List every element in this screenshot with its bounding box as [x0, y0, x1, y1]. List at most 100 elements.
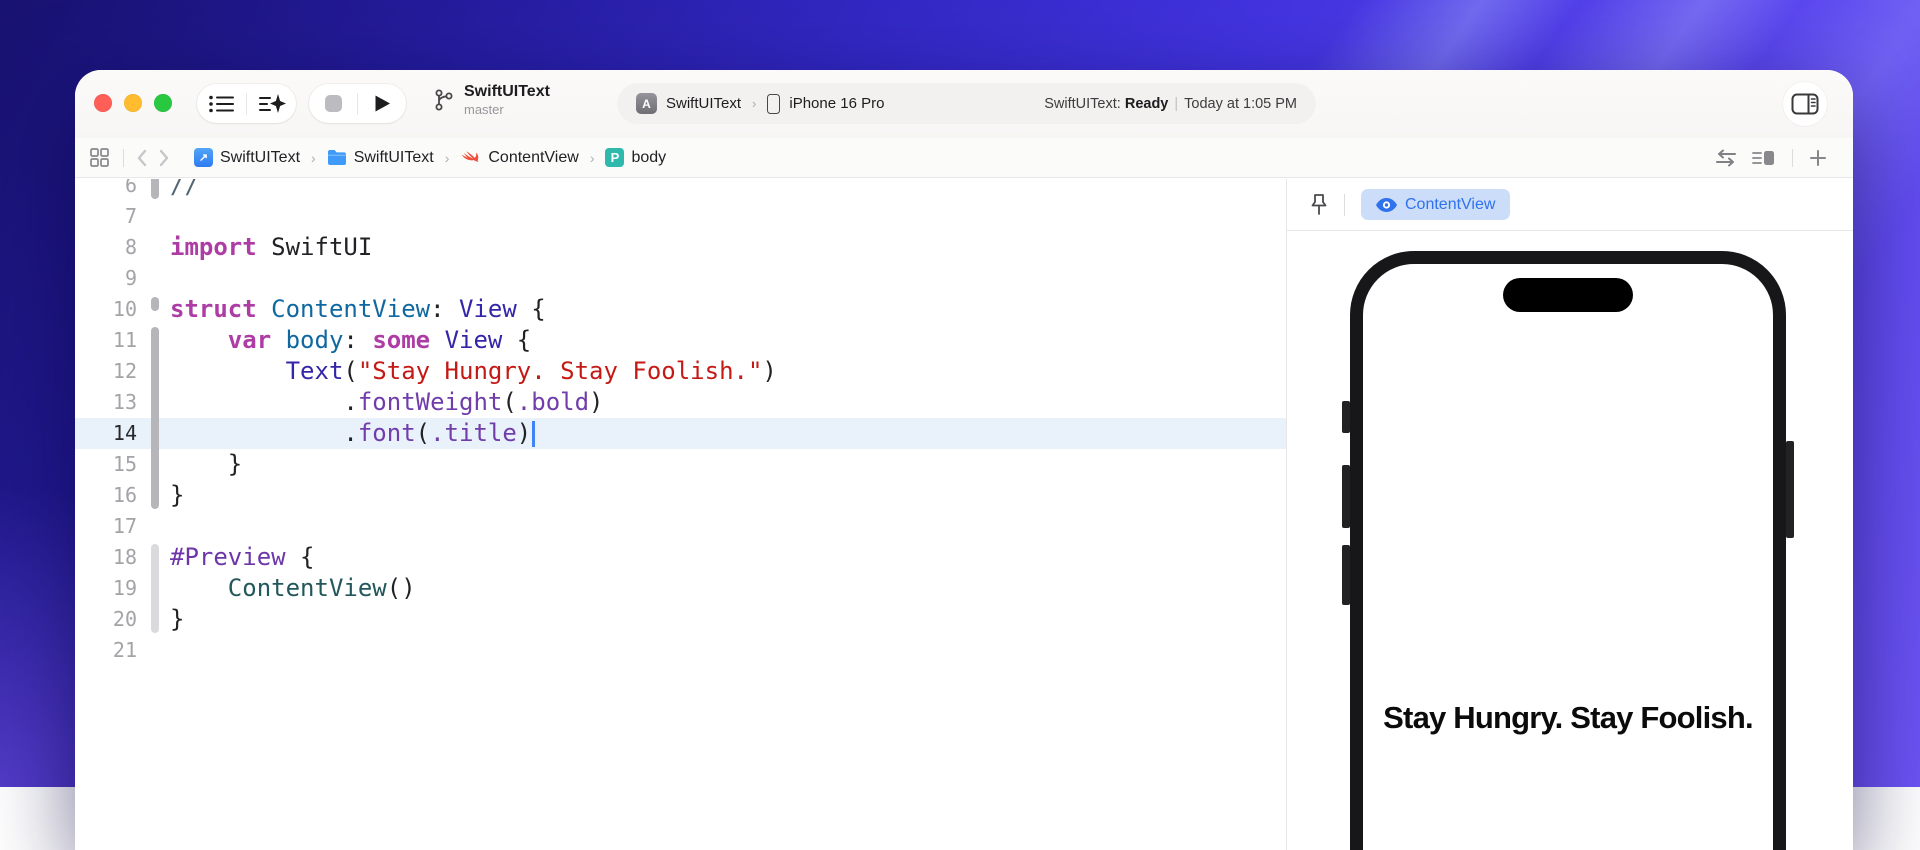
code-line-17[interactable]: 17	[75, 511, 1286, 542]
code-line-15[interactable]: 15 }	[75, 449, 1286, 480]
forward-button[interactable]	[158, 149, 170, 167]
status-project: SwiftUIText:	[1044, 96, 1121, 112]
code-line-16[interactable]: 16}	[75, 480, 1286, 511]
add-editor-icon	[1809, 149, 1827, 167]
jump-crumbs: ↗SwiftUIText›SwiftUIText›ContentView›Pbo…	[194, 147, 666, 168]
branch-name: master	[464, 102, 550, 117]
code-text: import SwiftUI	[170, 232, 372, 263]
line-number[interactable]: 12	[75, 356, 137, 387]
chevron-separator: ›	[442, 150, 453, 166]
code-line-6[interactable]: 6 //	[75, 179, 1286, 201]
zoom-button[interactable]	[154, 94, 172, 112]
line-number[interactable]: 11	[75, 325, 137, 356]
folder-icon	[327, 149, 347, 166]
code-text: .fontWeight(.bold)	[170, 387, 604, 418]
breadcrumb-body[interactable]: Pbody	[605, 148, 666, 167]
breadcrumb-label: SwiftUIText	[354, 149, 434, 167]
run-controls-group	[309, 84, 406, 123]
code-line-14[interactable]: 14 .font(.title)	[75, 418, 1286, 449]
pin-icon	[1308, 193, 1330, 217]
line-number[interactable]: 15	[75, 449, 137, 480]
related-items-button[interactable]	[88, 148, 111, 167]
project-icon: ↗	[194, 148, 213, 167]
code-text: ContentView()	[170, 573, 416, 604]
breadcrumb-swiftuitext[interactable]: ↗ SwiftUIText	[194, 148, 300, 167]
line-number[interactable]: 17	[75, 511, 137, 542]
preview-tab-contentview[interactable]: ContentView	[1361, 189, 1510, 220]
assistant-button[interactable]	[247, 84, 296, 123]
line-number[interactable]: 19	[75, 573, 137, 604]
property-icon: P	[605, 148, 624, 167]
code-line-13[interactable]: 13 .fontWeight(.bold)	[75, 387, 1286, 418]
inspector-panel-icon	[1791, 93, 1819, 115]
activity-status[interactable]: SwiftUIText: Ready|Today at 1:05 PM	[1044, 96, 1315, 112]
code-text: }	[170, 604, 184, 635]
line-number[interactable]: 10	[75, 294, 137, 325]
breadcrumb-label: SwiftUIText	[220, 149, 300, 167]
swift-file-icon	[460, 147, 481, 168]
code-text: #Preview {	[170, 542, 315, 573]
line-number[interactable]: 9	[75, 263, 137, 294]
code-line-11[interactable]: 11 var body: some View {	[75, 325, 1286, 356]
code-text: }	[170, 449, 242, 480]
jump-bar: ↗SwiftUIText›SwiftUIText›ContentView›Pbo…	[75, 138, 1853, 178]
chevron-separator: ›	[587, 150, 598, 166]
line-number[interactable]: 14	[75, 418, 137, 449]
code-line-21[interactable]: 21	[75, 635, 1286, 666]
editor-canvas-icon	[1752, 149, 1776, 167]
code-line-7[interactable]: 7	[75, 201, 1286, 232]
source-editor[interactable]: 6 // 78 import SwiftUI 910 struct ContentView…	[75, 179, 1287, 850]
breadcrumb-swiftuitext[interactable]: SwiftUIText	[327, 149, 434, 167]
run-button[interactable]	[358, 84, 406, 123]
swap-editors-button[interactable]	[1714, 148, 1738, 168]
line-number[interactable]: 21	[75, 635, 137, 666]
line-number[interactable]: 7	[75, 201, 137, 232]
line-number[interactable]: 8	[75, 232, 137, 263]
adjust-editor-button[interactable]	[1752, 149, 1776, 167]
code-text: }	[170, 480, 184, 511]
preview-rendered-text: Stay Hungry. Stay Foolish.	[1363, 700, 1773, 736]
code-line-8[interactable]: 8 import SwiftUI	[75, 232, 1286, 263]
scheme-selector[interactable]: A SwiftUIText › iPhone 16 Pro	[618, 93, 884, 114]
editor-area: 6 // 78 import SwiftUI 910 struct ContentView…	[75, 179, 1853, 850]
line-number[interactable]: 18	[75, 542, 137, 573]
code-line-20[interactable]: 20}	[75, 604, 1286, 635]
source-control-widget[interactable]: SwiftUIText master	[433, 82, 550, 117]
line-number[interactable]: 13	[75, 387, 137, 418]
stop-button[interactable]	[309, 84, 357, 123]
swap-arrows-icon	[1714, 148, 1738, 168]
breadcrumb-contentview[interactable]: ContentView	[460, 147, 578, 168]
preview-header: ContentView	[1287, 179, 1853, 231]
git-branch-icon	[433, 88, 453, 112]
line-number[interactable]: 20	[75, 604, 137, 635]
code-text: var body: some View {	[170, 325, 531, 356]
back-chevron-icon	[136, 149, 148, 167]
minimize-button[interactable]	[124, 94, 142, 112]
code-line-10[interactable]: 10 struct ContentView: View {	[75, 294, 1286, 325]
breadcrumb-label: ContentView	[488, 149, 578, 167]
pin-preview-button[interactable]	[1308, 193, 1330, 217]
code-text: //	[170, 179, 199, 201]
back-button[interactable]	[136, 149, 148, 167]
window-controls	[94, 94, 172, 112]
preview-tab-label: ContentView	[1405, 196, 1495, 214]
code-line-19[interactable]: 19 ContentView()	[75, 573, 1286, 604]
inspector-toggle-button[interactable]	[1783, 82, 1827, 126]
scheme-target-label: SwiftUIText	[666, 95, 741, 112]
line-number[interactable]: 6	[75, 179, 137, 201]
code-line-9[interactable]: 9	[75, 263, 1286, 294]
related-items-grid-icon	[90, 148, 109, 167]
iphone-preview-device[interactable]: Stay Hungry. Stay Foolish.	[1350, 251, 1786, 850]
code-line-12[interactable]: 12 Text("Stay Hungry. Stay Foolish.")	[75, 356, 1286, 387]
status-state: Ready	[1125, 96, 1169, 112]
code-text: struct ContentView: View {	[170, 294, 546, 325]
close-button[interactable]	[94, 94, 112, 112]
divider	[123, 149, 124, 167]
structure-list-button[interactable]	[197, 84, 246, 123]
line-number[interactable]: 16	[75, 480, 137, 511]
add-editor-button[interactable]	[1809, 149, 1827, 167]
code-line-18[interactable]: 18 #Preview {	[75, 542, 1286, 573]
run-destination-label[interactable]: iPhone 16 Pro	[789, 95, 884, 112]
target-app-icon: A	[636, 93, 657, 114]
volume-up-button	[1342, 465, 1350, 528]
